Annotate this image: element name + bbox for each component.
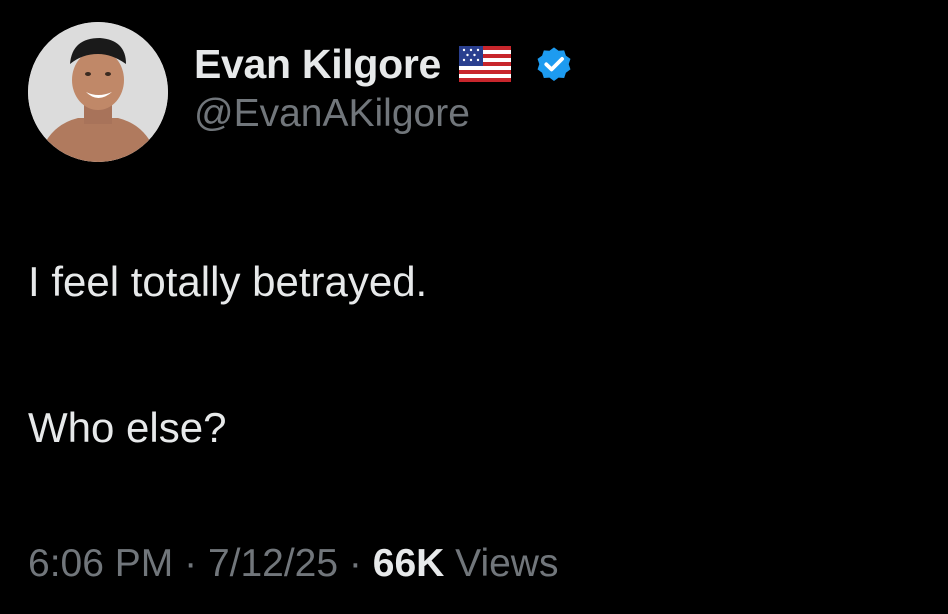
- meta-separator: ·: [184, 542, 198, 585]
- views-label: Views: [455, 542, 559, 585]
- display-name[interactable]: Evan Kilgore: [194, 41, 441, 88]
- author-header: Evan Kilgore @EvanAKilgore: [194, 38, 575, 136]
- verified-badge-icon[interactable]: [533, 43, 575, 85]
- user-handle[interactable]: @EvanAKilgore: [194, 92, 575, 136]
- name-row: Evan Kilgore: [194, 38, 575, 90]
- tweet-date[interactable]: 7/12/25: [208, 542, 338, 585]
- us-flag-icon: [459, 46, 512, 82]
- tweet-meta: 6:06 PM · 7/12/25 · 66K Views: [28, 542, 558, 586]
- tweet-time[interactable]: 6:06 PM: [28, 542, 173, 585]
- meta-separator: ·: [348, 542, 362, 585]
- tweet-card: Evan Kilgore @EvanAKilgore I feel totall…: [0, 0, 948, 614]
- tweet-text-line-1: I feel totally betrayed.: [28, 258, 428, 305]
- views-count[interactable]: 66K: [373, 542, 445, 585]
- tweet-text-line-2: Who else?: [28, 404, 227, 451]
- avatar[interactable]: [28, 22, 168, 162]
- avatar-image: [28, 22, 168, 162]
